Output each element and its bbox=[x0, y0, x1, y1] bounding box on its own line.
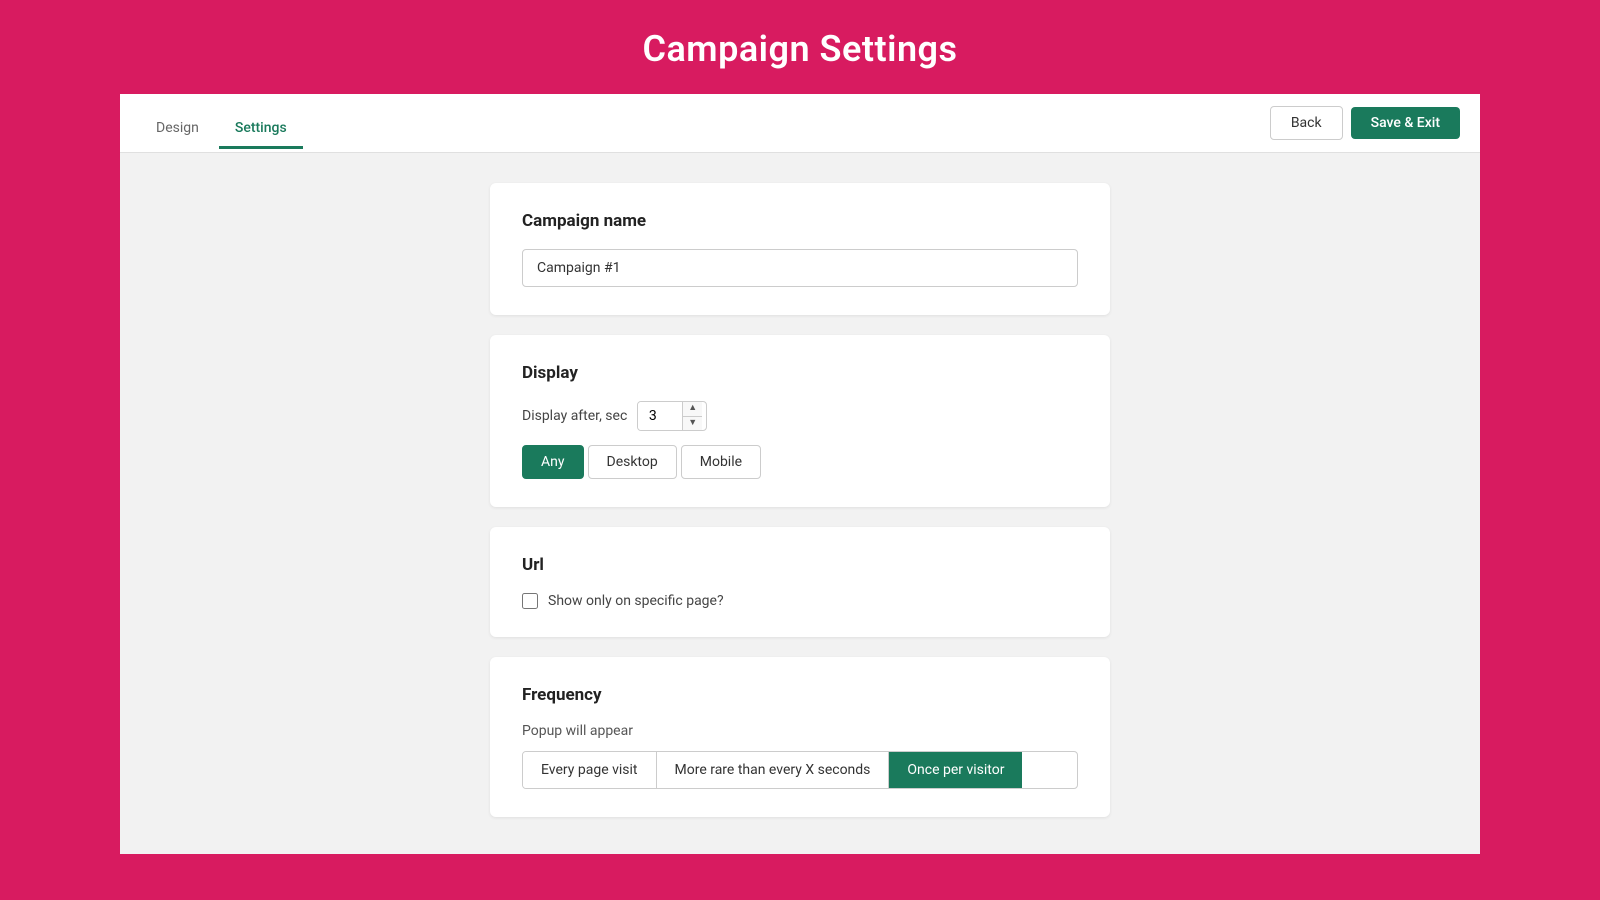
top-bar-actions: Back Save & Exit bbox=[1270, 106, 1460, 152]
main-container: Design Settings Back Save & Exit Campaig… bbox=[120, 94, 1480, 854]
page-header: Campaign Settings bbox=[0, 0, 1600, 94]
specific-page-checkbox-row[interactable]: Show only on specific page? bbox=[522, 593, 1078, 609]
device-btn-mobile[interactable]: Mobile bbox=[681, 445, 761, 479]
spinner-down-button[interactable]: ▼ bbox=[683, 417, 702, 431]
save-exit-button[interactable]: Save & Exit bbox=[1351, 107, 1460, 139]
device-buttons: Any Desktop Mobile bbox=[522, 445, 1078, 479]
campaign-name-card: Campaign name bbox=[490, 183, 1110, 315]
campaign-name-title: Campaign name bbox=[522, 211, 1078, 231]
display-after-row: Display after, sec 3 ▲ ▼ bbox=[522, 401, 1078, 431]
frequency-title: Frequency bbox=[522, 685, 1078, 705]
url-title: Url bbox=[522, 555, 1078, 575]
campaign-name-input[interactable] bbox=[522, 249, 1078, 287]
device-btn-desktop[interactable]: Desktop bbox=[588, 445, 677, 479]
top-bar: Design Settings Back Save & Exit bbox=[120, 94, 1480, 153]
spinner-up-button[interactable]: ▲ bbox=[683, 402, 702, 417]
device-btn-any[interactable]: Any bbox=[522, 445, 584, 479]
tabs: Design Settings bbox=[140, 110, 303, 148]
tab-settings[interactable]: Settings bbox=[219, 110, 303, 149]
popup-will-appear-label: Popup will appear bbox=[522, 723, 1078, 739]
seconds-spinner: 3 ▲ ▼ bbox=[637, 401, 707, 431]
tab-design[interactable]: Design bbox=[140, 110, 215, 149]
display-title: Display bbox=[522, 363, 1078, 383]
display-after-label: Display after, sec bbox=[522, 408, 627, 424]
specific-page-checkbox[interactable] bbox=[522, 593, 538, 609]
page-title: Campaign Settings bbox=[0, 28, 1600, 70]
seconds-input[interactable]: 3 bbox=[638, 402, 682, 430]
url-card: Url Show only on specific page? bbox=[490, 527, 1110, 637]
freq-btn-every-page-visit[interactable]: Every page visit bbox=[523, 752, 657, 788]
freq-btn-more-rare[interactable]: More rare than every X seconds bbox=[657, 752, 890, 788]
specific-page-label: Show only on specific page? bbox=[548, 593, 724, 609]
freq-btn-once-per-visitor[interactable]: Once per visitor bbox=[889, 752, 1022, 788]
display-card: Display Display after, sec 3 ▲ ▼ Any Des… bbox=[490, 335, 1110, 507]
back-button[interactable]: Back bbox=[1270, 106, 1343, 140]
spinner-buttons: ▲ ▼ bbox=[682, 402, 702, 430]
campaign-name-form bbox=[522, 249, 1078, 287]
content-area: Campaign name Display Display after, sec… bbox=[120, 153, 1480, 847]
frequency-buttons: Every page visit More rare than every X … bbox=[522, 751, 1078, 789]
frequency-card: Frequency Popup will appear Every page v… bbox=[490, 657, 1110, 817]
